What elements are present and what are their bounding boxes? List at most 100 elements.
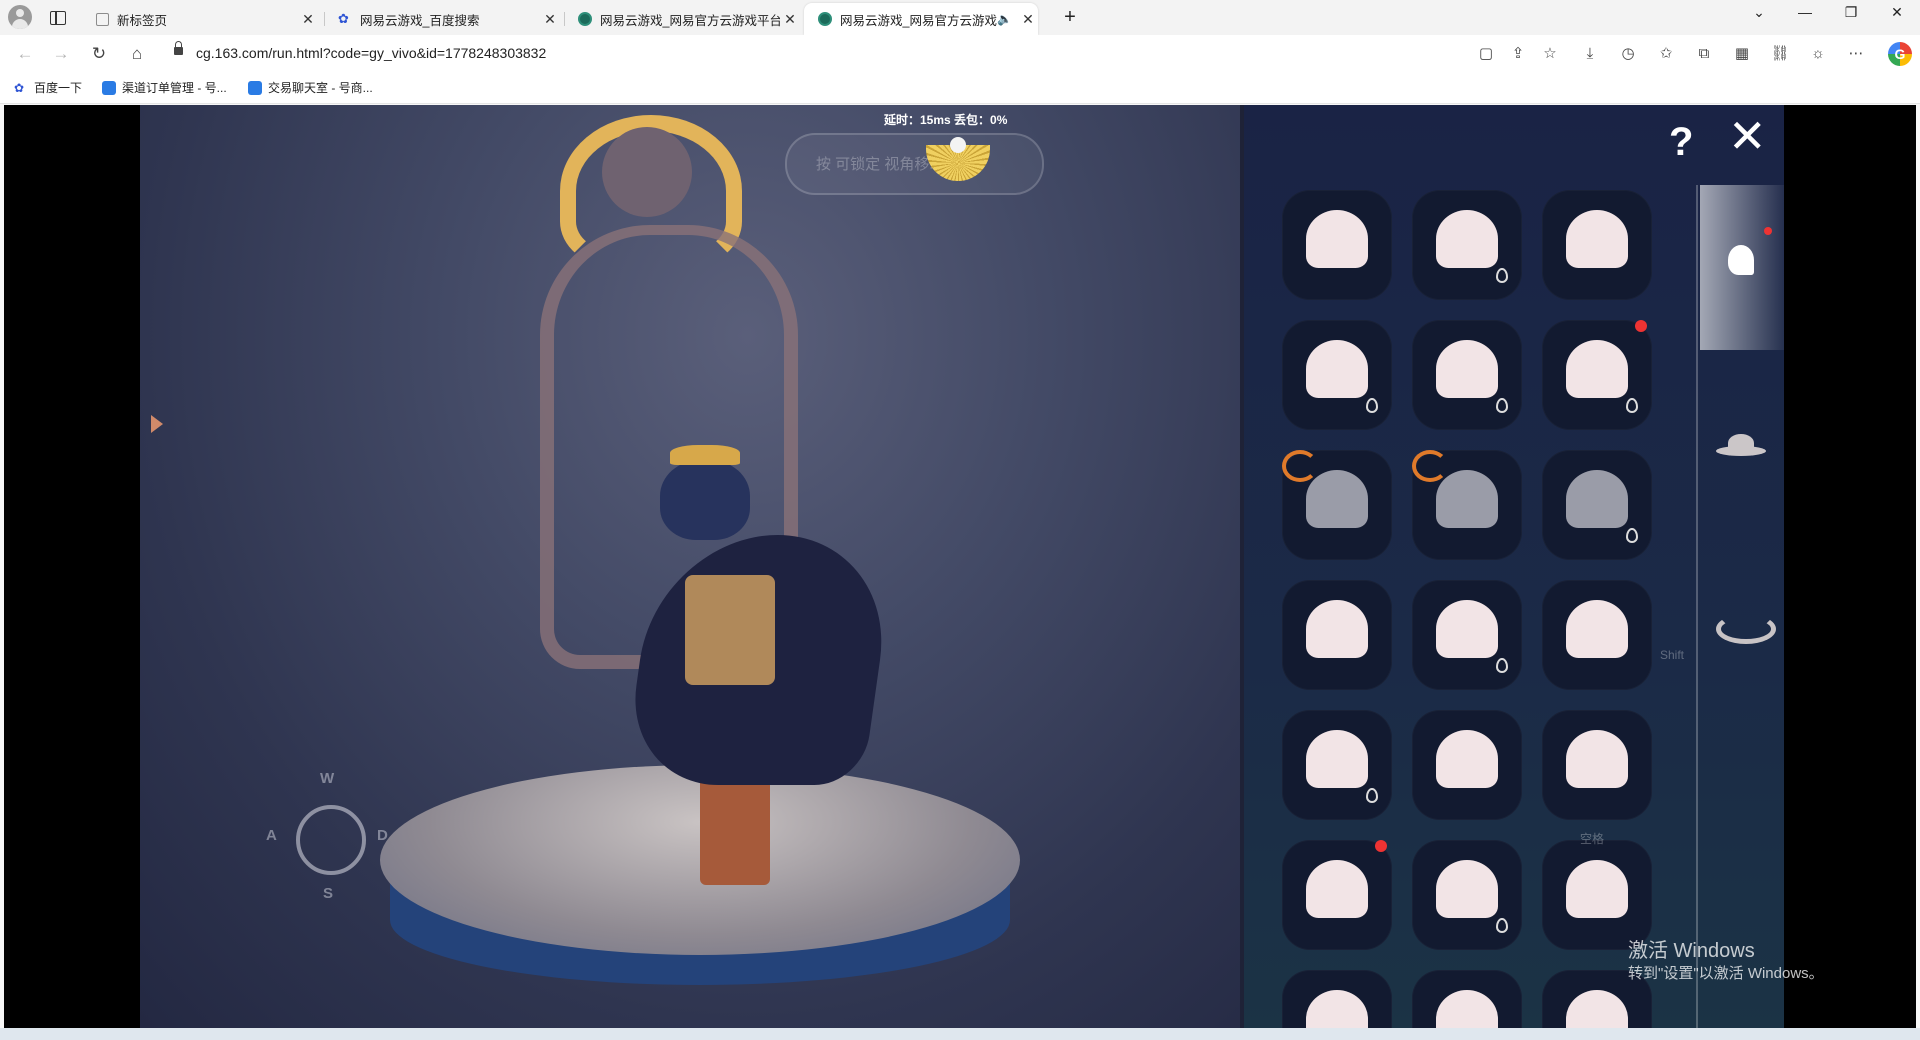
- favorites-list-icon[interactable]: ✩: [1656, 44, 1676, 64]
- address-input[interactable]: cg.163.com/run.html?code=gy_vivo&id=1778…: [196, 45, 546, 61]
- page-icon: [96, 12, 109, 26]
- link-icon[interactable]: ⛓: [1770, 44, 1790, 64]
- mural-head: [602, 127, 692, 217]
- favorite-star-icon[interactable]: ☆: [1540, 44, 1560, 64]
- outfit-item[interactable]: [1542, 190, 1652, 300]
- knit-cap-icon: [1566, 860, 1628, 918]
- minimize-button[interactable]: —: [1790, 4, 1820, 20]
- tab-close-icon[interactable]: ✕: [298, 11, 318, 28]
- horn-category-icon[interactable]: [1716, 610, 1776, 644]
- tabs-icon[interactable]: [50, 11, 66, 25]
- bookmark-baidu[interactable]: ✿ 百度一下: [14, 79, 82, 96]
- outfit-item[interactable]: [1542, 580, 1652, 690]
- tab-close-icon[interactable]: ✕: [1018, 11, 1038, 28]
- outfit-item[interactable]: [1282, 580, 1392, 690]
- droplet-icon: [1496, 398, 1508, 413]
- restore-button[interactable]: ❐: [1836, 4, 1866, 21]
- latency-readout: 延时：15ms 丢包：0%: [884, 113, 1008, 127]
- tab-netease-game-active[interactable]: 网易云游戏_网易官方云游戏 🔈 ✕: [804, 3, 1038, 35]
- key-a: A: [266, 827, 277, 844]
- window-close-button[interactable]: ✕: [1882, 4, 1912, 21]
- share-icon[interactable]: ⇪: [1508, 44, 1528, 64]
- outfit-item[interactable]: [1282, 320, 1392, 430]
- outfit-item[interactable]: [1412, 840, 1522, 950]
- close-icon[interactable]: ✕: [1728, 113, 1767, 159]
- settings-sun-icon[interactable]: ☼: [1808, 44, 1828, 64]
- profile-icon[interactable]: [8, 5, 32, 29]
- outfit-item[interactable]: [1542, 710, 1652, 820]
- new-tab-button[interactable]: +: [1058, 6, 1082, 29]
- ponytail-hair-icon: [1306, 340, 1368, 398]
- outfit-item[interactable]: [1412, 320, 1522, 430]
- bookmark-site-icon: [102, 80, 116, 95]
- character-crown: [670, 445, 740, 465]
- side-menu-arrow-icon[interactable]: [151, 415, 163, 433]
- tab-search-chevron-icon[interactable]: ⌄: [1744, 4, 1774, 21]
- tab-netease-platform[interactable]: 网易云游戏_网易官方云游戏平台 ✕: [564, 3, 800, 35]
- fan-bead-icon: [950, 137, 966, 153]
- outfit-item[interactable]: [1412, 190, 1522, 300]
- fish-hat-icon: [1306, 730, 1368, 788]
- outfit-item[interactable]: [1412, 580, 1522, 690]
- bookmark-site-icon: [248, 80, 262, 95]
- key-s: S: [323, 885, 334, 902]
- outfit-item[interactable]: [1412, 710, 1522, 820]
- help-icon[interactable]: ?: [1669, 120, 1693, 165]
- navigation-bar: ← → ↻ ⌂ cg.163.com/run.html?code=gy_vivo…: [0, 35, 1920, 73]
- buns-hair-icon: [1306, 600, 1368, 658]
- outfit-item[interactable]: [1282, 190, 1392, 300]
- speaker-icon[interactable]: 🔈: [997, 12, 1012, 26]
- outfit-item[interactable]: [1282, 450, 1392, 560]
- outfit-item[interactable]: [1542, 320, 1652, 430]
- game-scene[interactable]: [140, 105, 1244, 1028]
- game-viewport[interactable]: 延时：15ms 丢包：0% 按 可锁定 视角移动 W A D S ? ✕ Shi…: [4, 105, 1916, 1028]
- activate-windows-hint: 转到"设置"以激活 Windows。: [1628, 965, 1824, 982]
- tab-new[interactable]: 新标签页 ✕: [82, 3, 318, 35]
- droplet-icon: [1366, 788, 1378, 803]
- character-head: [660, 460, 750, 540]
- taskbar-edge: [0, 1028, 1920, 1040]
- collections-icon[interactable]: ⧉: [1694, 44, 1714, 64]
- netease-cloud-icon: [578, 12, 592, 26]
- category-scrollbar[interactable]: [1696, 185, 1698, 1028]
- movement-joystick[interactable]: [296, 805, 366, 875]
- witch-hat-hair-icon: [1436, 210, 1498, 268]
- outfit-item[interactable]: [1282, 710, 1392, 820]
- bookmark-label: 百度一下: [34, 81, 83, 95]
- activate-windows-title: 激活 Windows: [1628, 940, 1755, 962]
- outfit-item[interactable]: [1282, 840, 1392, 950]
- tab-title: 网易云游戏_百度搜索: [360, 13, 480, 28]
- beanie-hair-icon: [1566, 210, 1628, 268]
- outfit-item[interactable]: [1412, 450, 1522, 560]
- lion-mask-icon: [1566, 600, 1628, 658]
- tab-close-icon[interactable]: ✕: [780, 11, 800, 28]
- download-icon[interactable]: ⤓: [1580, 44, 1600, 64]
- back-icon[interactable]: ←: [14, 43, 36, 65]
- lock-icon[interactable]: [174, 41, 183, 55]
- bookmark-channel-orders[interactable]: 渠道订单管理 - 号...: [102, 79, 227, 96]
- bookmark-label: 交易聊天室 - 号商...: [268, 81, 373, 95]
- droplet-icon: [1626, 528, 1638, 543]
- reload-icon[interactable]: ↻: [88, 43, 110, 65]
- hat-category-icon[interactable]: [1716, 430, 1766, 460]
- history-icon[interactable]: ◷: [1618, 44, 1638, 64]
- outfit-item[interactable]: [1412, 970, 1522, 1028]
- reader-mode-icon[interactable]: ▢: [1476, 44, 1496, 64]
- more-menu-icon[interactable]: ⋯: [1846, 44, 1866, 64]
- cat-ears-icon: [1566, 990, 1628, 1028]
- hair-category-icon[interactable]: [1718, 245, 1768, 275]
- forward-icon[interactable]: →: [50, 43, 72, 65]
- google-icon[interactable]: G: [1888, 42, 1912, 66]
- topknot-hair-icon: [1436, 600, 1498, 658]
- new-badge-dot: [1764, 227, 1772, 235]
- tab-close-icon[interactable]: ✕: [540, 11, 560, 28]
- tab-strip: 新标签页 ✕ ✿ 网易云游戏_百度搜索 ✕ 网易云游戏_网易官方云游戏平台 ✕ …: [0, 0, 1920, 35]
- outfit-item[interactable]: [1282, 970, 1392, 1028]
- hood-icon: [1566, 340, 1628, 398]
- tab-baidu-search[interactable]: ✿ 网易云游戏_百度搜索 ✕: [324, 3, 560, 35]
- bookmark-trade-chat[interactable]: 交易聊天室 - 号商...: [248, 79, 373, 96]
- home-icon[interactable]: ⌂: [126, 43, 148, 65]
- extensions-icon[interactable]: ▦: [1732, 44, 1752, 64]
- locked-helmet-icon: [1566, 470, 1628, 528]
- outfit-item[interactable]: [1542, 450, 1652, 560]
